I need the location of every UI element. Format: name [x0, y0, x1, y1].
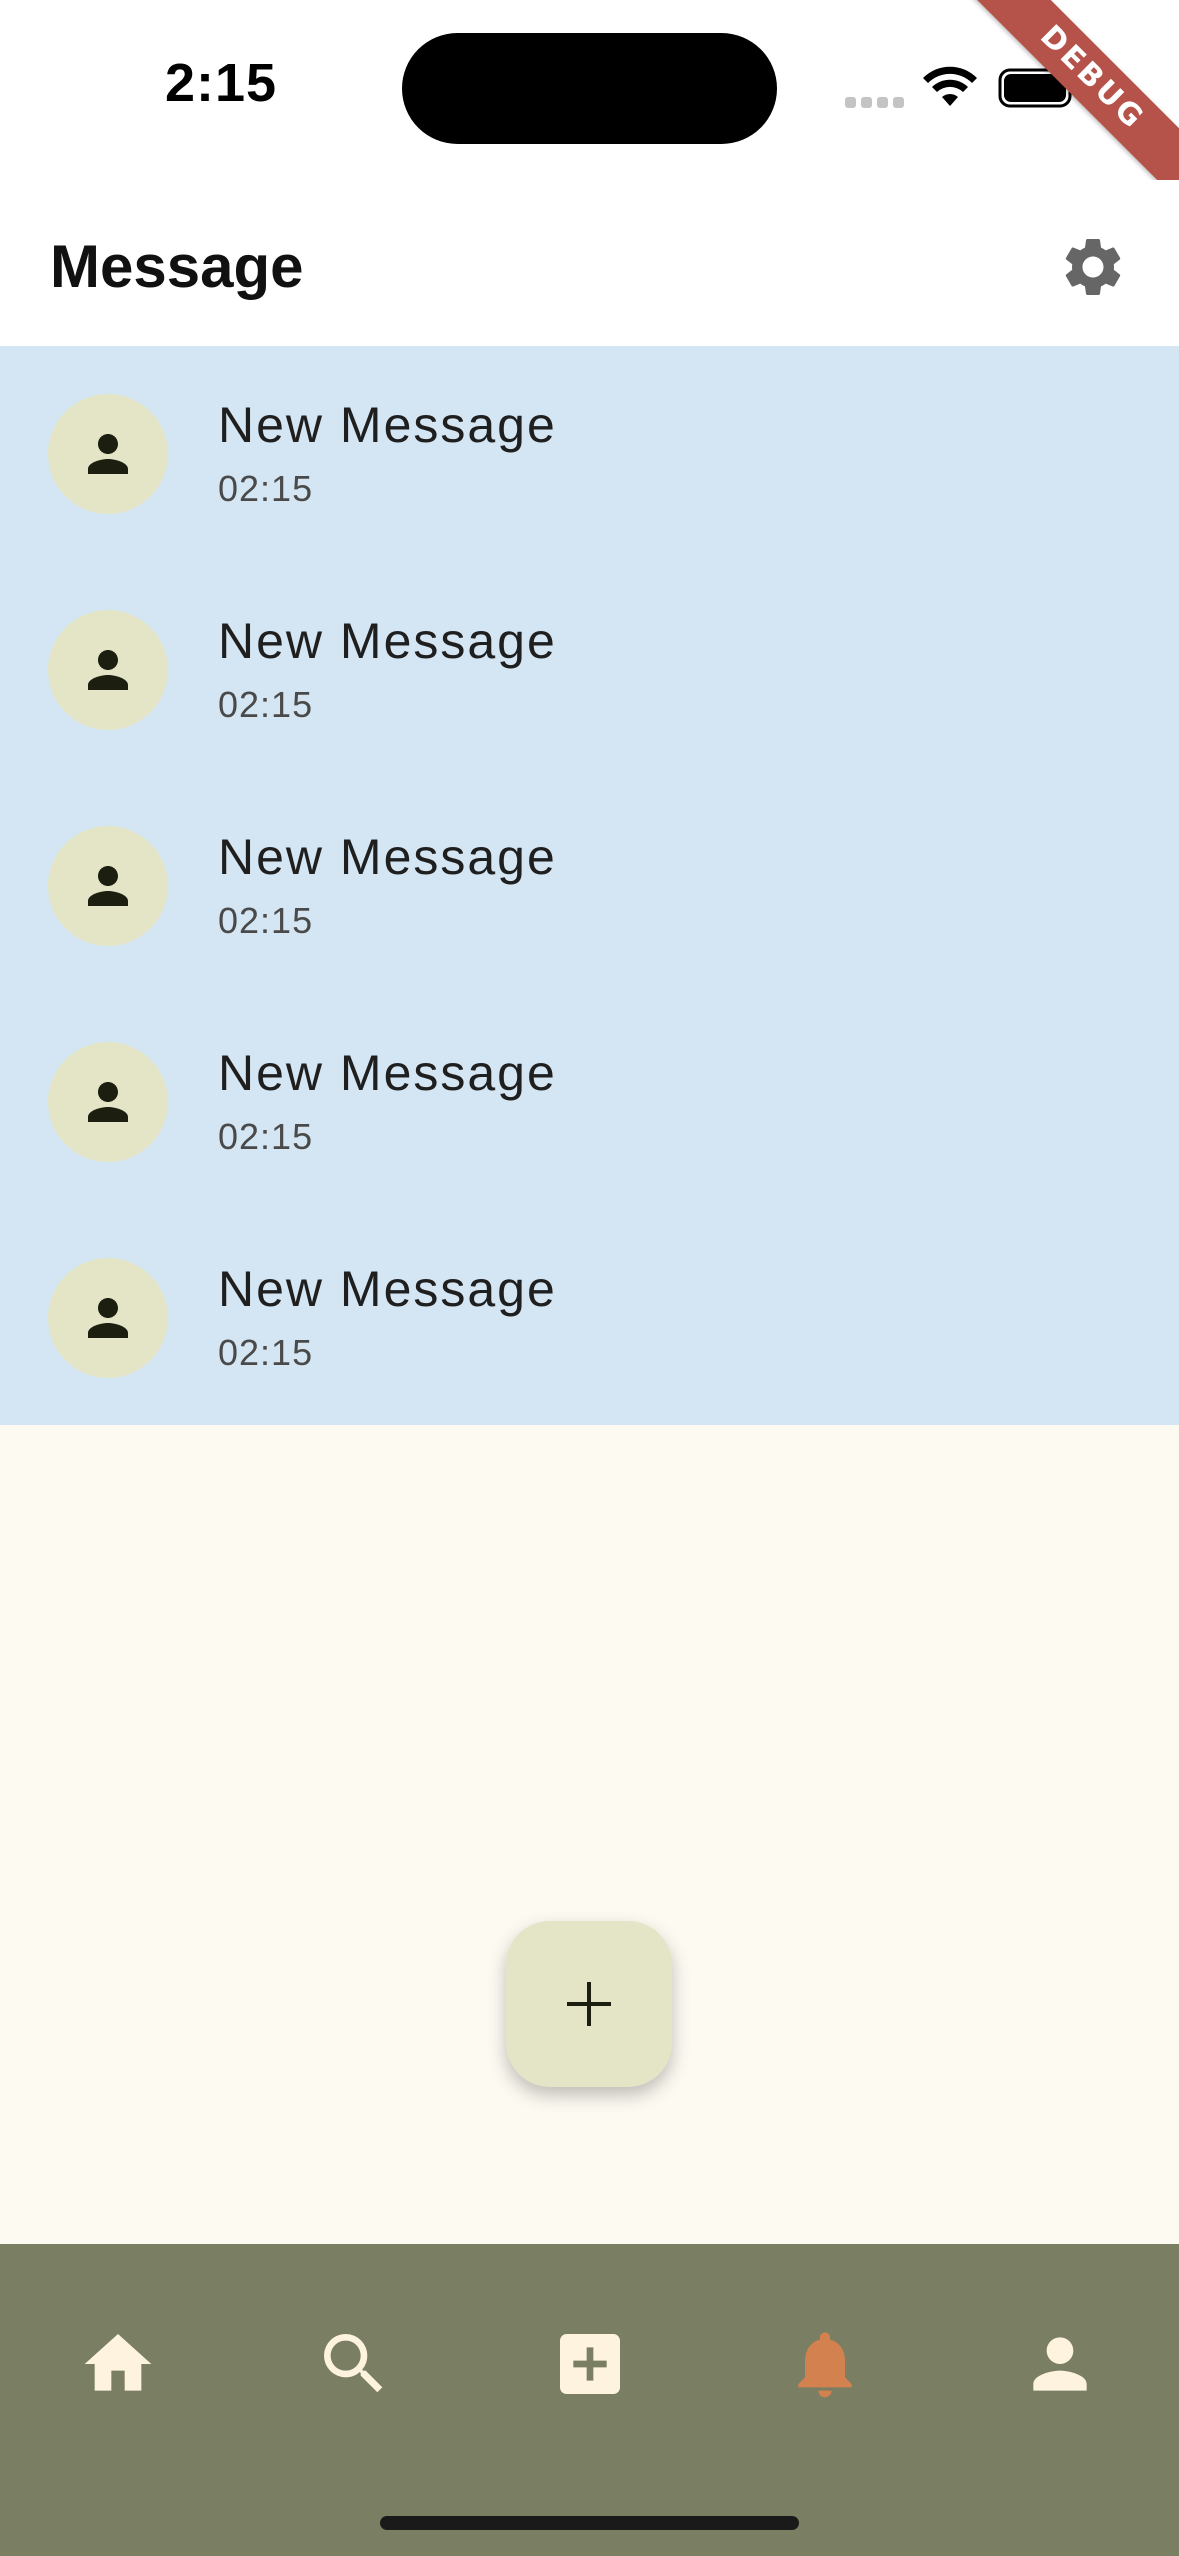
list-item[interactable]: New Message 02:15: [0, 346, 1179, 562]
list-item[interactable]: New Message 02:15: [0, 778, 1179, 994]
message-time: 02:15: [218, 900, 314, 941]
home-icon: [84, 2334, 152, 2391]
nav-item-add[interactable]: [550, 2324, 630, 2404]
person-icon: [88, 1298, 128, 1338]
message-time: 02:15: [218, 1116, 314, 1157]
person-icon: [1033, 2337, 1087, 2391]
avatar: [48, 1042, 168, 1162]
list-item[interactable]: New Message 02:15: [0, 562, 1179, 778]
avatar: [48, 610, 168, 730]
home-indicator: [380, 2516, 799, 2530]
status-time: 2:15: [165, 53, 278, 113]
bell-icon: [798, 2332, 852, 2398]
gear-icon[interactable]: [1058, 232, 1128, 302]
person-icon: [88, 434, 128, 474]
dynamic-island: [402, 33, 777, 144]
add-message-button[interactable]: [506, 1921, 672, 2087]
message-time: 02:15: [218, 684, 314, 725]
avatar: [48, 826, 168, 946]
list-item[interactable]: New Message 02:15: [0, 1210, 1179, 1426]
nav-item-search[interactable]: [314, 2324, 394, 2404]
message-time: 02:15: [218, 468, 314, 509]
wifi-icon: [923, 66, 977, 106]
message-time: 02:15: [218, 1332, 314, 1373]
message-list: New Message 02:15 New Message 02:15 New …: [0, 346, 1179, 1425]
message-title: New Message: [218, 613, 557, 669]
nav-item-home[interactable]: [78, 2324, 158, 2404]
page-title: Message: [50, 233, 304, 300]
nav-item-notifications[interactable]: [785, 2324, 865, 2404]
message-title: New Message: [218, 1045, 557, 1101]
message-title: New Message: [218, 397, 557, 453]
person-icon: [88, 1082, 128, 1122]
person-icon: [88, 650, 128, 690]
search-icon: [324, 2334, 383, 2393]
message-title: New Message: [218, 829, 557, 885]
nav-item-profile[interactable]: [1020, 2324, 1100, 2404]
avatar: [48, 394, 168, 514]
app-bar: Message: [0, 180, 1179, 346]
cellular-signal-icon: [845, 97, 905, 108]
status-bar: 2:15: [0, 0, 1179, 180]
plus-icon: [567, 1982, 611, 2026]
avatar: [48, 1258, 168, 1378]
list-item[interactable]: New Message 02:15: [0, 994, 1179, 1210]
person-icon: [88, 866, 128, 906]
add-box-icon: [560, 2334, 620, 2394]
message-title: New Message: [218, 1261, 557, 1317]
bottom-navigation: [0, 2244, 1179, 2556]
